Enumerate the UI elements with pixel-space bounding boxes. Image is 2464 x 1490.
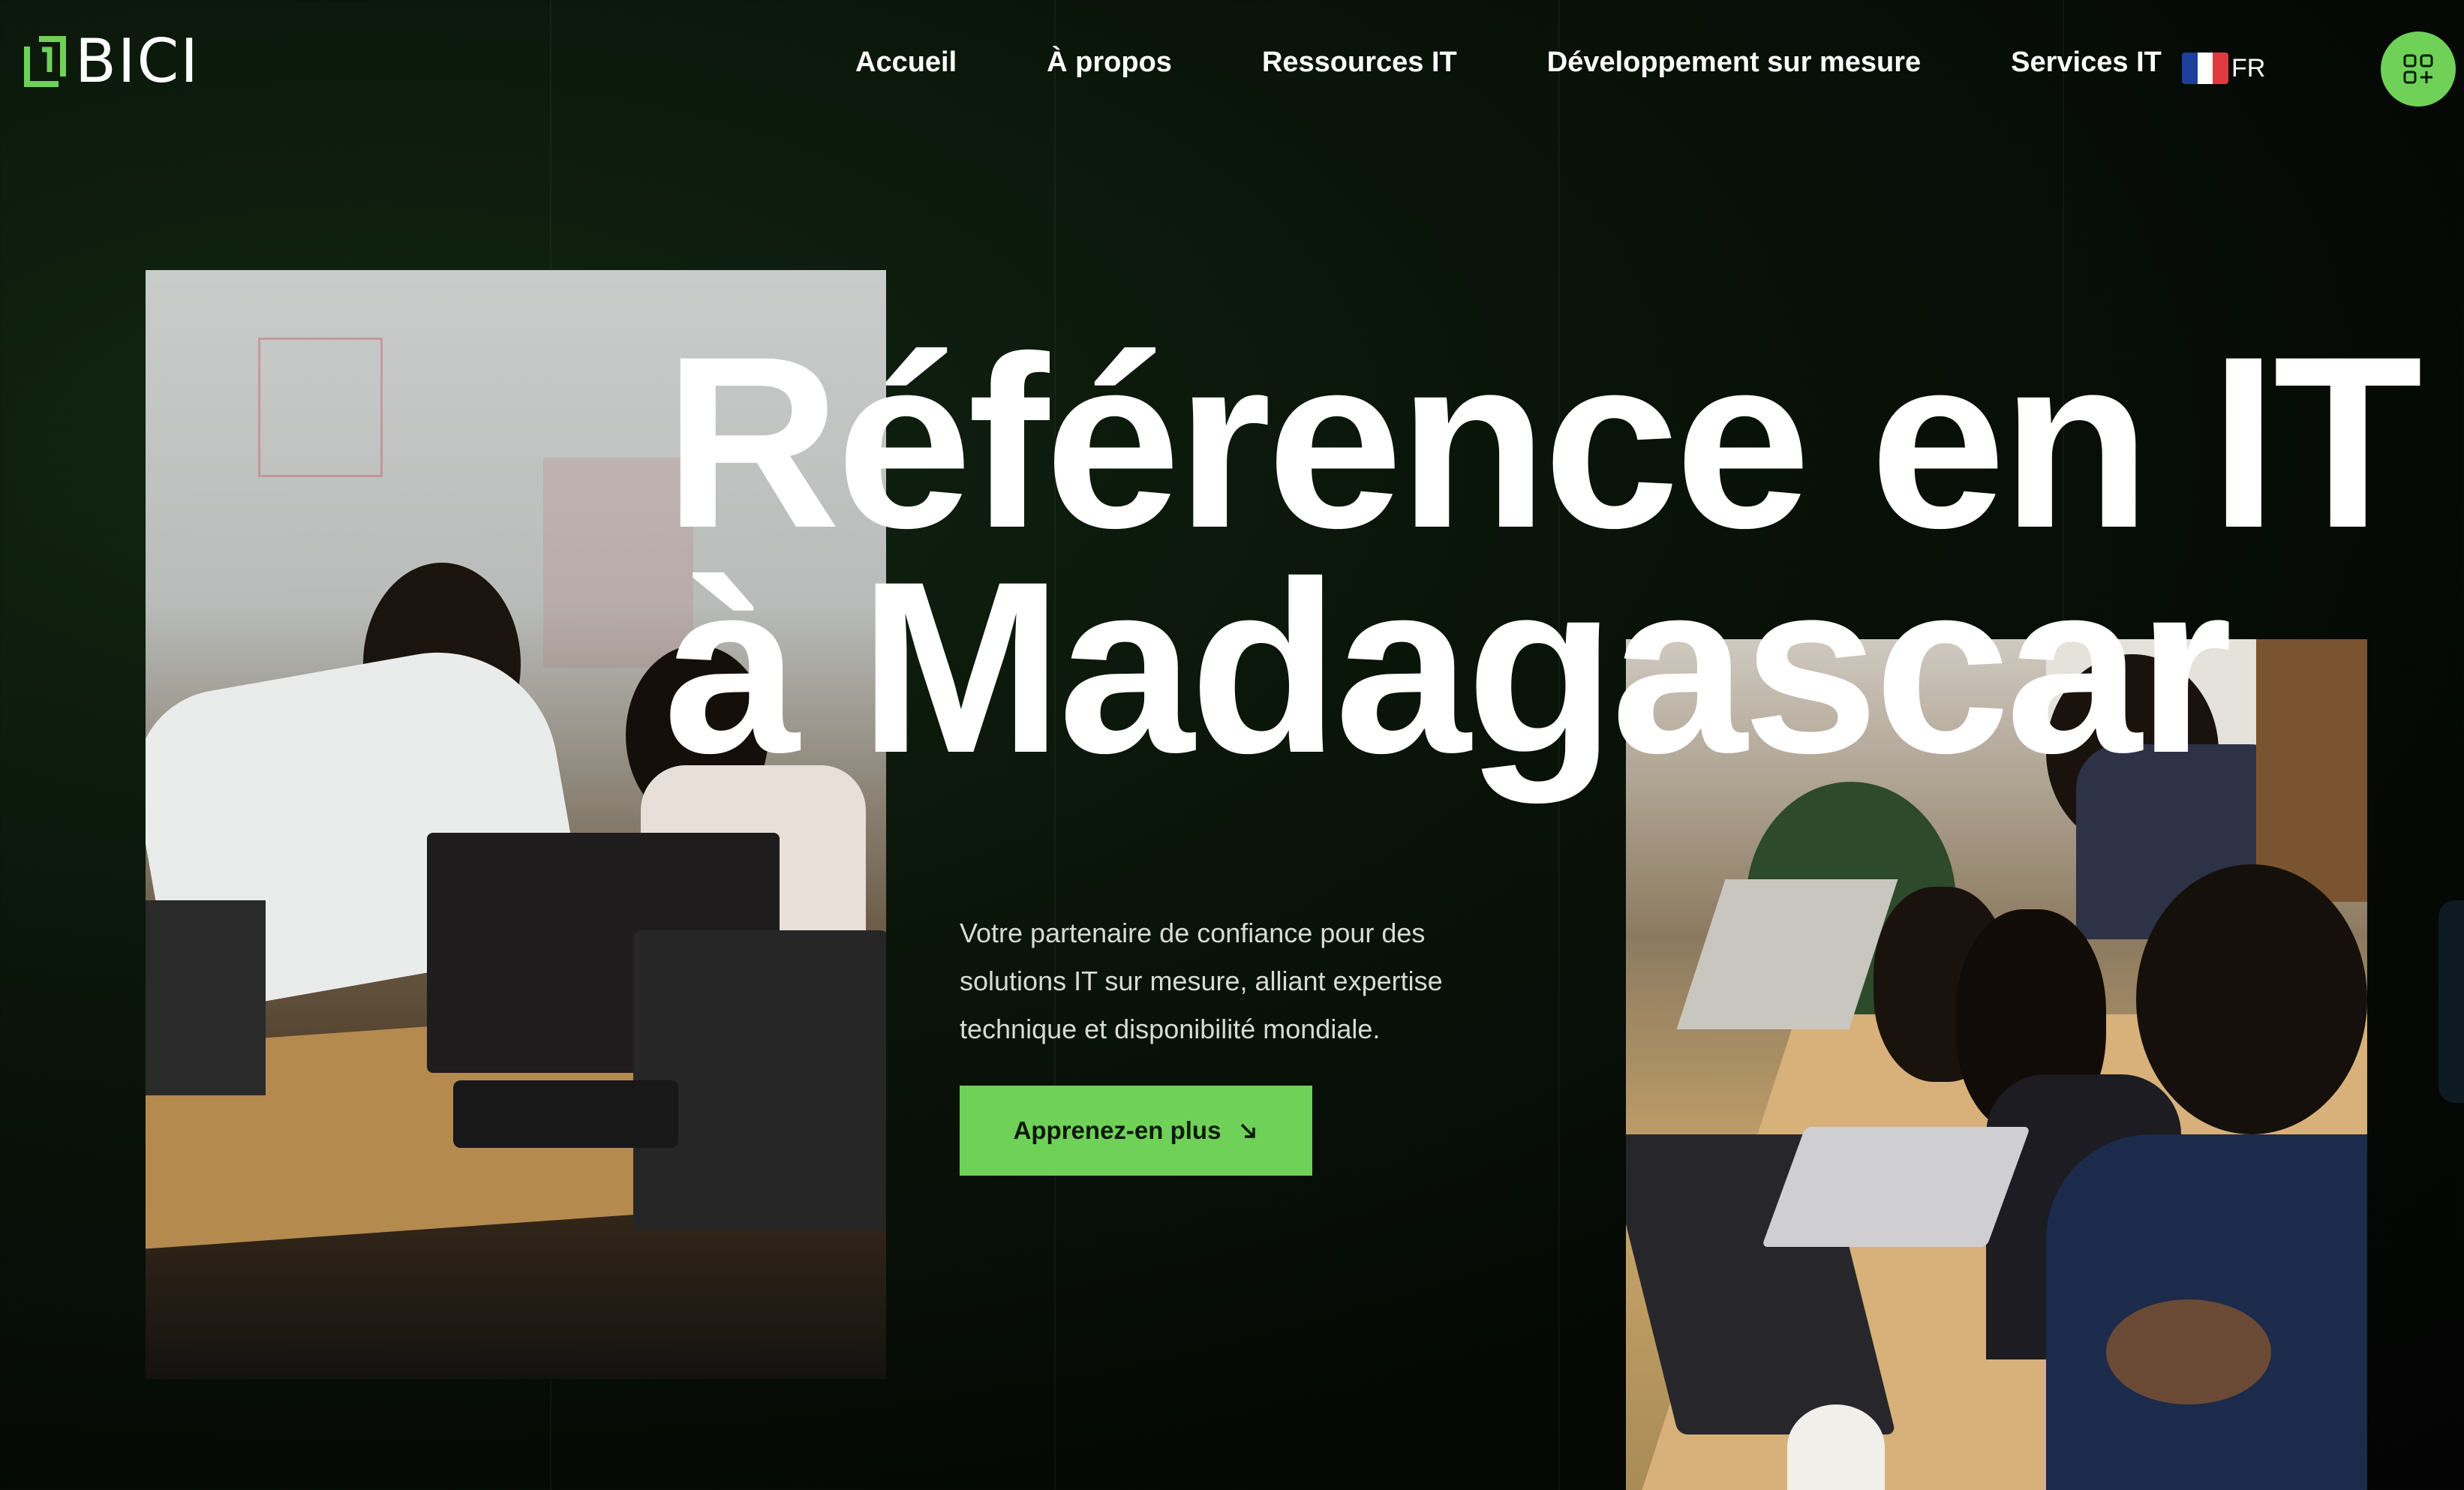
nav-item-accueil[interactable]: Accueil xyxy=(855,47,957,79)
nav-item-developpement[interactable]: Développement sur mesure xyxy=(1547,47,1921,79)
hero-subtitle: Votre partenaire de confiance pour des s… xyxy=(960,918,1443,1044)
brand-name: BICI xyxy=(75,26,200,96)
main-nav: Accueil À propos Ressources IT Développe… xyxy=(855,47,2252,79)
nav-item-a-propos[interactable]: À propos xyxy=(1047,47,1172,79)
nav-item-services-it[interactable]: Services IT xyxy=(2011,47,2162,79)
logo-mark-icon xyxy=(24,36,66,87)
hero-headline-line-2: à Madagascar xyxy=(664,531,2232,804)
menu-button[interactable] xyxy=(2381,32,2456,107)
france-flag-icon xyxy=(2182,53,2228,84)
language-code: FR xyxy=(2231,53,2266,83)
hero-headline: Référence en IT à Madagascar xyxy=(664,320,2423,790)
brand-logo[interactable]: BICI xyxy=(23,32,200,92)
learn-more-label: Apprenez-en plus xyxy=(1013,1116,1221,1144)
grid-plus-icon xyxy=(2403,54,2433,84)
side-feedback-tab[interactable] xyxy=(2438,900,2464,1103)
nav-item-ressources-it[interactable]: Ressources IT xyxy=(1262,47,1457,79)
language-selector[interactable]: FR xyxy=(2182,53,2265,84)
arrow-down-right-icon xyxy=(1241,1123,1256,1138)
learn-more-button[interactable]: Apprenez-en plus xyxy=(960,1086,1312,1176)
